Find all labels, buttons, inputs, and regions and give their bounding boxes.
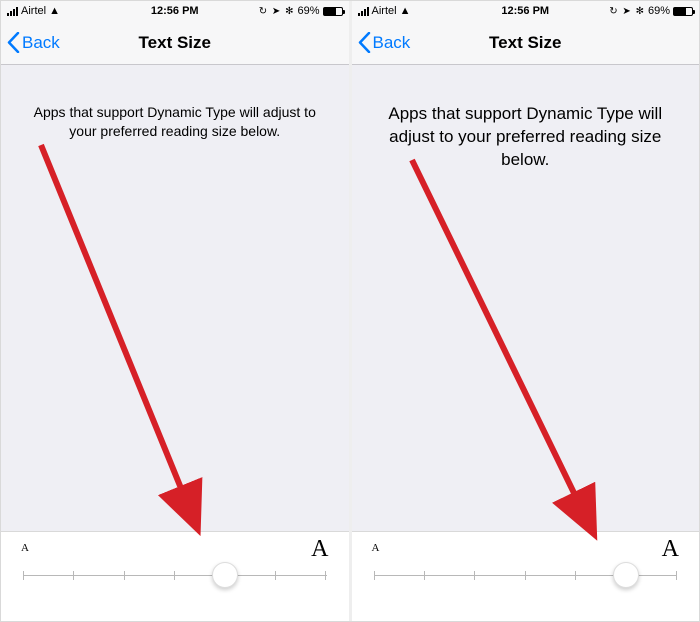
battery-percent: 69%: [648, 5, 670, 17]
status-bar: Airtel ▲ 12:56 PM ↻ ➤ ✻ 69%: [352, 1, 700, 21]
chevron-left-icon: [358, 32, 371, 53]
annotation-arrow: [31, 145, 261, 570]
clock: 12:56 PM: [501, 5, 549, 17]
slider-thumb[interactable]: [212, 562, 238, 588]
wifi-icon: ▲: [49, 5, 60, 17]
description-text: Apps that support Dynamic Type will adju…: [1, 65, 349, 141]
carrier-label: Airtel: [21, 5, 46, 17]
annotation-arrow: [402, 160, 652, 565]
slider-min-label: A: [21, 542, 29, 556]
status-left: Airtel ▲: [358, 5, 411, 17]
status-indicator-icons: ↻ ➤ ✻: [609, 6, 645, 17]
text-size-slider-panel: A A: [352, 531, 700, 621]
signal-icon: [7, 7, 18, 16]
slider-max-label: A: [311, 542, 328, 556]
text-size-slider[interactable]: [23, 562, 327, 588]
description-text: Apps that support Dynamic Type will adju…: [352, 65, 700, 172]
battery-icon: [323, 7, 343, 16]
status-left: Airtel ▲: [7, 5, 60, 17]
slider-max-label: A: [662, 542, 679, 556]
content-area: Apps that support Dynamic Type will adju…: [1, 65, 349, 621]
status-indicator-icons: ↻ ➤ ✻: [259, 6, 295, 17]
page-title: Text Size: [489, 33, 561, 53]
battery-icon: [673, 7, 693, 16]
carrier-label: Airtel: [372, 5, 397, 17]
battery-percent: 69%: [297, 5, 319, 17]
slider-ticks: [23, 571, 327, 580]
wifi-icon: ▲: [400, 5, 411, 17]
signal-icon: [358, 7, 369, 16]
back-label: Back: [373, 33, 411, 53]
slider-thumb[interactable]: [613, 562, 639, 588]
chevron-left-icon: [7, 32, 20, 53]
nav-bar: Back Text Size: [352, 21, 700, 65]
back-button[interactable]: Back: [352, 32, 411, 53]
nav-bar: Back Text Size: [1, 21, 349, 65]
clock: 12:56 PM: [151, 5, 199, 17]
text-size-slider[interactable]: [374, 562, 678, 588]
status-bar: Airtel ▲ 12:56 PM ↻ ➤ ✻ 69%: [1, 1, 349, 21]
status-right: ↻ ➤ ✻ 69%: [259, 5, 343, 17]
status-right: ↻ ➤ ✻ 69%: [609, 5, 693, 17]
screenshot-right: Airtel ▲ 12:56 PM ↻ ➤ ✻ 69% Back Text Si…: [349, 1, 700, 621]
slider-min-label: A: [372, 542, 380, 556]
back-button[interactable]: Back: [1, 32, 60, 53]
content-area: Apps that support Dynamic Type will adju…: [352, 65, 700, 621]
back-label: Back: [22, 33, 60, 53]
page-title: Text Size: [139, 33, 211, 53]
text-size-slider-panel: A A: [1, 531, 349, 621]
screenshot-left: Airtel ▲ 12:56 PM ↻ ➤ ✻ 69% Back Text Si…: [1, 1, 349, 621]
